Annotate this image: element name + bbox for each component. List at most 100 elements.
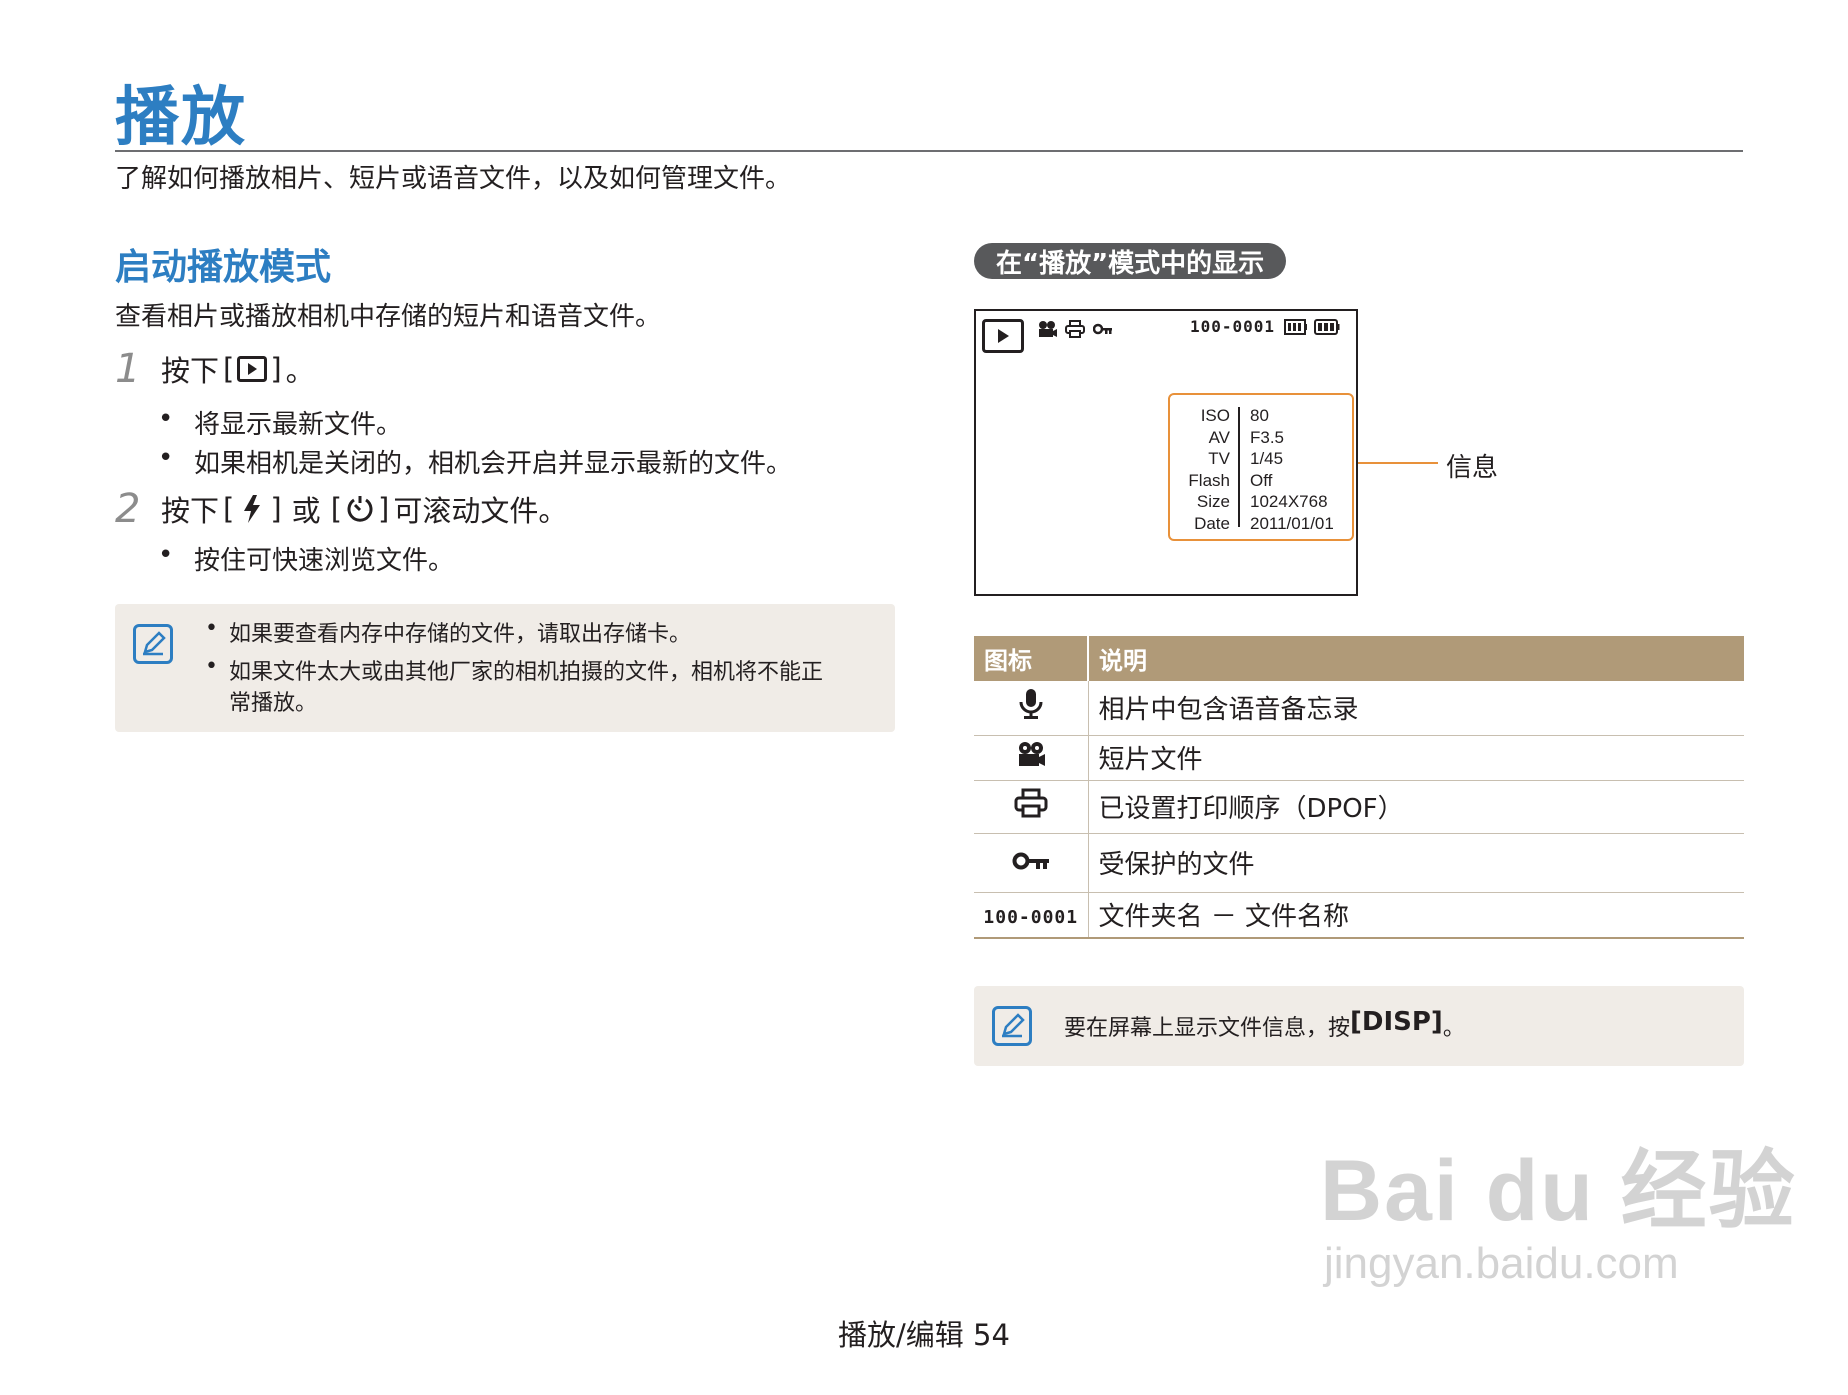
printer-icon	[1064, 319, 1086, 339]
table-header-description: 说明	[1088, 636, 1744, 681]
memory-card-icon	[1284, 319, 1308, 339]
title-divider	[115, 150, 1743, 152]
table-cell-description: 已设置打印顺序（DPOF）	[1088, 780, 1744, 834]
table-cell-icon	[974, 780, 1089, 834]
table-cell-description: 文件夹名 － 文件名称	[1088, 892, 1744, 939]
table-cell-icon	[974, 833, 1089, 893]
section-description: 查看相片或播放相机中存储的短片和语音文件。	[115, 302, 662, 332]
note-icon	[992, 1006, 1032, 1046]
table-header-icon: 图标	[974, 636, 1089, 681]
callout-label: 信息	[1446, 453, 1499, 483]
note-item: 要在屏幕上显示文件信息，按 [DISP] 。	[1064, 1007, 1465, 1042]
bracket-right: ]	[378, 492, 390, 526]
page-intro: 了解如何播放相片、短片或语音文件，以及如何管理文件。	[115, 164, 792, 194]
battery-icon	[1314, 319, 1340, 339]
step-text-after: 可滚动文件。	[393, 494, 568, 528]
disp-key: [DISP]	[1350, 1007, 1443, 1037]
section-title: 启动播放模式	[115, 247, 332, 288]
printer-icon	[1014, 788, 1048, 818]
play-key: [ ]	[223, 352, 282, 386]
callout-line	[1358, 462, 1438, 464]
table-header-row: 图标 说明	[974, 636, 1744, 681]
table-cell-icon	[974, 681, 1089, 736]
camera-screen-illustration: 100-0001 ISO AV TV Flash Size Date 80 F3…	[974, 309, 1358, 596]
table-cell-description: 相片中包含语音备忘录	[1088, 681, 1744, 736]
list-item: • 如果相机是关闭的，相机会开启并显示最新的文件。	[158, 443, 793, 479]
flash-key: [ ]	[223, 492, 282, 526]
timer-key: [ ]	[331, 492, 390, 526]
movie-camera-icon	[1036, 319, 1058, 339]
table-row: 100-0001 文件夹名 － 文件名称	[974, 892, 1744, 939]
note-item: • 如果文件太大或由其他厂家的相机拍摄的文件，相机将不能正	[205, 654, 824, 685]
step-or: 或	[291, 494, 321, 528]
info-label: TV	[1208, 449, 1230, 468]
info-label: Flash	[1188, 470, 1230, 490]
step-number: 2	[115, 486, 141, 532]
note-box-display: 要在屏幕上显示文件信息，按 [DISP] 。	[974, 986, 1744, 1066]
key-icon	[1012, 851, 1050, 871]
bullet-text: 按住可快速浏览文件。	[194, 546, 455, 576]
bracket-left: [	[223, 352, 235, 386]
info-panel: ISO AV TV Flash Size Date 80 F3.5 1/45 O…	[1168, 393, 1354, 541]
table-row: 受保护的文件	[974, 833, 1744, 893]
list-item: • 按住可快速浏览文件。	[158, 540, 455, 576]
info-value: 1/45	[1250, 449, 1284, 468]
info-value: F3.5	[1250, 427, 1285, 447]
bracket-left: [	[330, 492, 343, 526]
info-values: 80 F3.5 1/45 Off 1024X768 2011/01/01	[1250, 405, 1334, 534]
table-cell-icon	[974, 735, 1089, 781]
play-mode-icon	[982, 319, 1024, 353]
bullet-text: 将显示最新文件。	[194, 410, 403, 440]
info-label: AV	[1208, 427, 1230, 447]
page-footer: 播放/编辑 54	[838, 1318, 1010, 1352]
battery-indicators	[1284, 319, 1340, 339]
baidu-watermark: Bai du 经验 jingyan.baidu.com	[1320, 1120, 1797, 1289]
step-1: 1 按下 [ ] 。	[115, 346, 315, 392]
file-id-icon: 100-0001	[983, 906, 1079, 928]
info-label: Size	[1196, 492, 1230, 511]
list-item: • 将显示最新文件。	[158, 404, 403, 440]
bracket-left: [	[223, 492, 235, 526]
info-label: ISO	[1200, 406, 1230, 425]
timer-icon	[344, 493, 376, 525]
note-box: • 如果要查看内存中存储的文件，请取出存储卡。 • 如果文件太大或由其他厂家的相机拍…	[115, 604, 895, 732]
note-text: 常播放。	[229, 691, 318, 716]
note-text-end: 。	[1442, 1016, 1465, 1041]
table-row: 相片中包含语音备忘录	[974, 681, 1744, 736]
table-cell-description: 短片文件	[1088, 735, 1744, 781]
note-text: 要在屏幕上显示文件信息，按	[1064, 1016, 1351, 1041]
table-cell-description: 受保护的文件	[1088, 833, 1744, 893]
note-item: • 如果要查看内存中存储的文件，请取出存储卡。	[205, 616, 692, 647]
note-text: 如果要查看内存中存储的文件，请取出存储卡。	[229, 622, 692, 647]
info-value: 80	[1250, 406, 1269, 425]
watermark-sub: jingyan.baidu.com	[1324, 1239, 1679, 1288]
table-row: 短片文件	[974, 735, 1744, 781]
info-value: Off	[1250, 470, 1273, 490]
movie-camera-icon	[1016, 741, 1046, 767]
status-icons	[1036, 319, 1114, 339]
play-icon	[236, 353, 268, 385]
step-text-before: 按下	[161, 354, 220, 388]
info-separator	[1238, 407, 1240, 527]
step-text-after: 。	[285, 354, 315, 388]
watermark-main: Bai du 经验	[1320, 1143, 1797, 1239]
info-value: 1024X768	[1250, 492, 1328, 511]
info-label: Date	[1194, 513, 1230, 533]
page-title: 播放	[115, 81, 247, 155]
note-item-continued: 常播放。	[229, 685, 317, 717]
note-text: 如果文件太大或由其他厂家的相机拍摄的文件，相机将不能正	[229, 660, 824, 685]
step-number: 1	[115, 346, 141, 392]
file-id-readout: 100-0001	[1190, 317, 1276, 336]
info-labels: ISO AV TV Flash Size Date	[1170, 405, 1230, 534]
icon-table: 图标 说明 相片中包含语音备忘录 短片文件 已设置打印顺序（DPOF） 受保护的…	[974, 636, 1744, 939]
step-2: 2 按下 [ ] 或 [ ] 可滚动文件。	[115, 486, 567, 532]
note-icon	[133, 624, 173, 664]
bracket-right: ]	[270, 352, 282, 386]
step-text-before: 按下	[161, 494, 220, 528]
key-icon	[1092, 319, 1114, 339]
table-row: 已设置打印顺序（DPOF）	[974, 780, 1744, 834]
table-cell-icon: 100-0001	[974, 892, 1089, 939]
display-section-title: 在“播放”模式中的显示	[974, 243, 1287, 279]
step-text: 按下 [ ] 或 [ ] 可滚动文件。	[161, 488, 567, 530]
flash-icon	[236, 493, 268, 525]
